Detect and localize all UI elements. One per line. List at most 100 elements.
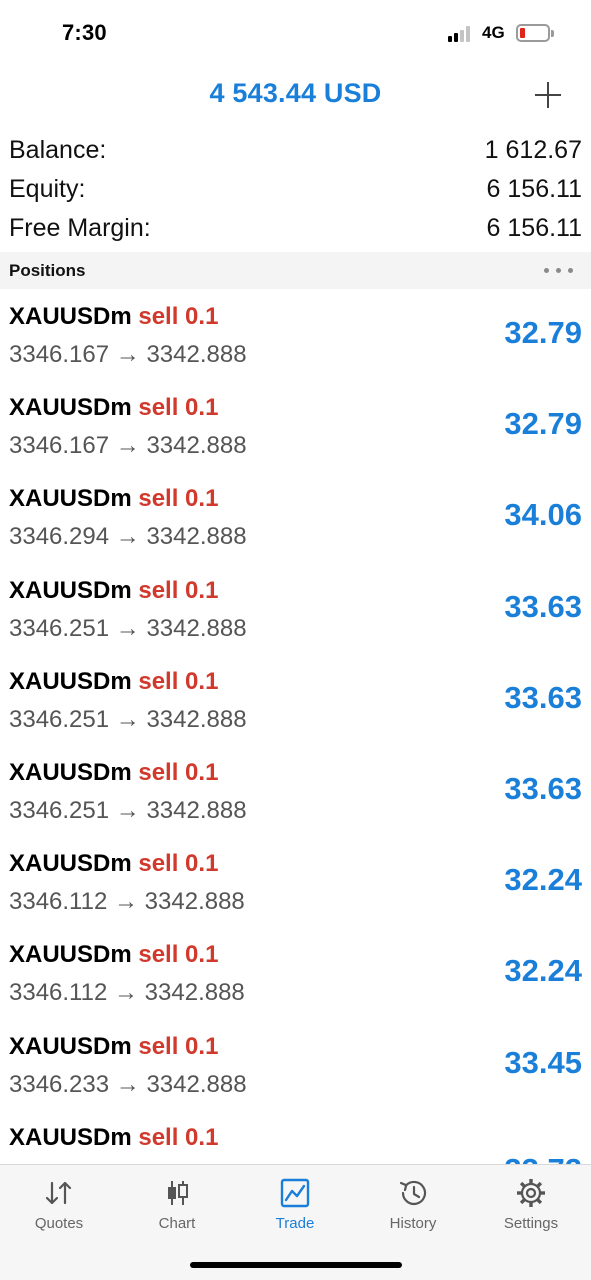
home-indicator[interactable] [190, 1262, 402, 1268]
account-equity-title[interactable]: 4 543.44 USD [0, 78, 591, 109]
position-row[interactable]: XAUUSDm sell 0.1 3346.167 → 3342.888 32.… [0, 289, 591, 380]
tab-trade-label: Trade [275, 1215, 315, 1232]
position-open-price: 3346.294 [9, 523, 110, 551]
tab-quotes-label: Quotes [34, 1215, 84, 1232]
quotes-icon [45, 1181, 72, 1205]
position-symbol: XAUUSDm [9, 850, 132, 878]
position-current-price: 3342.888 [146, 1070, 247, 1098]
battery-tip [551, 30, 554, 37]
summary-row-equity: Equity: 6 156.11 [0, 169, 591, 208]
signal-icon [448, 26, 474, 42]
tab-quotes[interactable]: Quotes [0, 1165, 118, 1245]
header: 4 543.44 USD [0, 64, 591, 128]
add-order-button[interactable] [535, 82, 561, 108]
network-type: 4G [482, 23, 505, 42]
position-current-price: 3342.888 [144, 888, 245, 916]
position-symbol: XAUUSDm [9, 394, 132, 422]
equity-label: Equity: [9, 175, 86, 203]
arrow-right-icon: → [115, 341, 140, 368]
position-symbol: XAUUSDm [9, 303, 132, 330]
tab-chart-label: Chart [158, 1215, 196, 1232]
position-side: sell 0.1 [138, 1123, 219, 1151]
trade-icon [280, 1178, 310, 1208]
position-row[interactable]: XAUUSDm sell 0.1 3346.251 → 3342.888 33.… [0, 563, 591, 654]
position-side: sell 0.1 [138, 667, 219, 695]
position-side: sell 0.1 [138, 576, 219, 604]
positions-section-header: Positions [0, 252, 591, 289]
equity-value: 6 156.11 [486, 175, 582, 203]
positions-list[interactable]: XAUUSDm sell 0.1 3346.167 → 3342.888 32.… [0, 289, 591, 1164]
tab-trade[interactable]: Trade [236, 1165, 354, 1245]
position-side: sell 0.1 [138, 1032, 219, 1060]
balance-value: 1 612.67 [484, 136, 582, 164]
position-current-price: 3342.888 [146, 341, 247, 368]
position-current-price: 3342.888 [144, 979, 245, 1007]
battery-icon [516, 24, 550, 42]
free-margin-value: 6 156.11 [486, 214, 582, 242]
balance-label: Balance: [9, 136, 107, 164]
position-row[interactable]: XAUUSDm sell 0.1 3346.294 → 3342.888 34.… [0, 471, 591, 562]
status-bar: 7:30 4G [0, 0, 591, 64]
position-profit: 33.72 [504, 1152, 582, 1164]
position-current-price: 3342.888 [146, 614, 247, 642]
position-row[interactable]: XAUUSDm sell 0.1 3346.112 → 3342.888 32.… [0, 927, 591, 1018]
status-time: 7:30 [62, 20, 107, 45]
position-row[interactable]: XAUUSDm sell 0.1 33.72 [0, 1110, 591, 1164]
position-row[interactable]: XAUUSDm sell 0.1 3346.112 → 3342.888 32.… [0, 836, 591, 927]
position-symbol: XAUUSDm [9, 941, 132, 969]
position-profit: 32.24 [504, 953, 582, 989]
position-current-price: 3342.888 [146, 705, 247, 733]
arrow-right-icon: → [115, 432, 140, 460]
history-icon [399, 1180, 427, 1206]
position-symbol: XAUUSDm [9, 576, 132, 604]
position-current-price: 3342.888 [146, 796, 247, 824]
tab-settings-label: Settings [503, 1215, 559, 1232]
position-profit: 32.24 [504, 862, 582, 898]
arrow-right-icon: → [115, 1070, 140, 1098]
chart-icon [168, 1181, 188, 1205]
tab-chart[interactable]: Chart [118, 1165, 236, 1245]
position-open-price: 3346.112 [9, 979, 108, 1007]
position-current-price: 3342.888 [146, 432, 247, 460]
positions-title: Positions [9, 261, 86, 280]
arrow-right-icon: → [115, 614, 140, 642]
position-row[interactable]: XAUUSDm sell 0.1 3346.233 → 3342.888 33.… [0, 1019, 591, 1110]
position-open-price: 3346.251 [9, 614, 110, 642]
position-row[interactable]: XAUUSDm sell 0.1 3346.167 → 3342.888 32.… [0, 380, 591, 471]
position-current-price: 3342.888 [146, 523, 247, 551]
more-options-icon[interactable] [544, 268, 574, 274]
position-side: sell 0.1 [138, 485, 219, 513]
arrow-right-icon: → [115, 705, 140, 733]
position-symbol: XAUUSDm [9, 758, 132, 786]
position-side: sell 0.1 [138, 303, 219, 330]
position-side: sell 0.1 [138, 758, 219, 786]
arrow-right-icon: → [114, 888, 138, 916]
position-symbol: XAUUSDm [9, 667, 132, 695]
position-profit: 33.45 [504, 1044, 582, 1080]
position-profit: 33.63 [504, 770, 582, 806]
position-open-price: 3346.167 [9, 432, 110, 460]
arrow-right-icon: → [115, 523, 140, 551]
position-profit: 32.79 [504, 315, 582, 350]
position-symbol: XAUUSDm [9, 1123, 132, 1151]
arrow-right-icon: → [114, 979, 138, 1007]
position-open-price: 3346.251 [9, 705, 110, 733]
tab-settings[interactable]: Settings [472, 1165, 590, 1245]
position-side: sell 0.1 [138, 850, 219, 878]
position-side: sell 0.1 [138, 941, 219, 969]
position-profit: 33.63 [504, 679, 582, 715]
tab-history[interactable]: History [354, 1165, 472, 1245]
position-profit: 32.79 [504, 406, 582, 442]
account-summary: Balance: 1 612.67 Equity: 6 156.11 Free … [0, 130, 591, 247]
tab-history-label: History [389, 1215, 437, 1232]
position-side: sell 0.1 [138, 394, 219, 422]
position-row[interactable]: XAUUSDm sell 0.1 3346.251 → 3342.888 33.… [0, 654, 591, 745]
position-profit: 34.06 [504, 497, 582, 533]
position-open-price: 3346.233 [9, 1070, 110, 1098]
arrow-right-icon: → [115, 796, 140, 824]
position-row[interactable]: XAUUSDm sell 0.1 3346.251 → 3342.888 33.… [0, 745, 591, 836]
summary-row-balance: Balance: 1 612.67 [0, 130, 591, 169]
free-margin-label: Free Margin: [9, 214, 151, 242]
position-profit: 33.63 [504, 588, 582, 624]
summary-row-free-margin: Free Margin: 6 156.11 [0, 208, 591, 247]
